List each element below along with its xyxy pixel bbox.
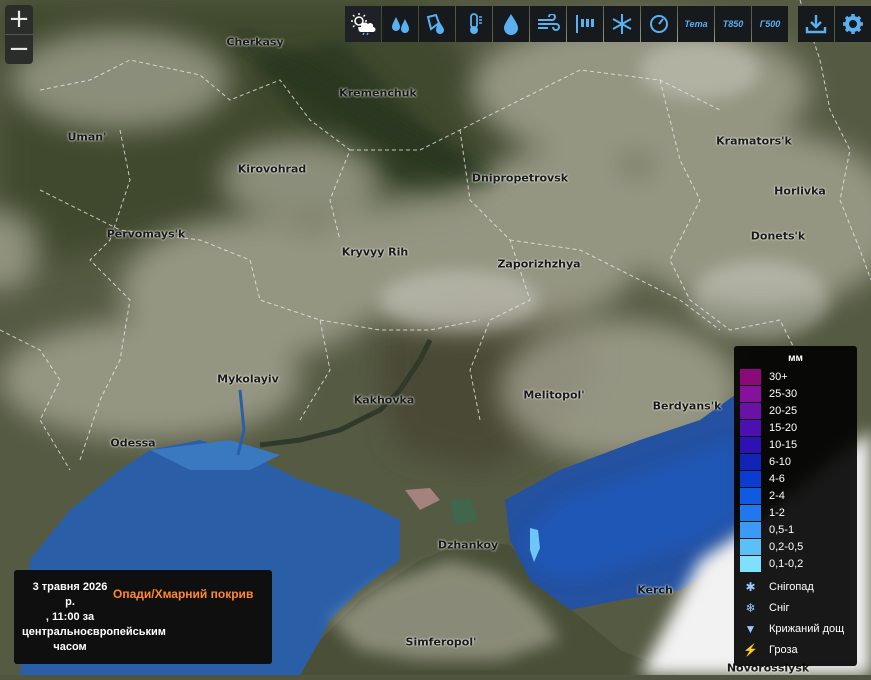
legend-item: 30+	[740, 368, 788, 385]
theta-button[interactable]: Тета	[678, 6, 714, 42]
legend-item: 6-10	[740, 453, 791, 470]
legend-label: 0,2-0,5	[769, 540, 804, 553]
city-label: Kerch	[637, 583, 673, 597]
legend-swatch	[740, 453, 761, 470]
legend-label: 30+	[769, 370, 788, 383]
city-label: Simferopol'	[405, 635, 477, 649]
city-label: Melitopol'	[523, 388, 585, 402]
city-label: Kakhovka	[353, 393, 415, 407]
legend-unit: мм	[788, 353, 803, 364]
city-label: Horlivka	[774, 184, 826, 198]
legend-label: 4-6	[769, 472, 785, 485]
legend-label: 10-15	[769, 438, 798, 451]
freezing-rain-icon: ▼	[744, 621, 757, 636]
city-label: Kremenchuk	[339, 86, 417, 100]
zoom-in-button[interactable]: +	[5, 5, 33, 34]
legend-label: 1-2	[769, 506, 785, 519]
snow-flakes-icon: ❄	[745, 600, 756, 615]
thermometer-icon[interactable]	[456, 6, 492, 42]
date-line-3: , 11:00 за	[45, 611, 95, 623]
legend-item: 0,1-0,2	[740, 555, 803, 572]
weather-icon[interactable]	[345, 6, 381, 42]
date-line-2: р.	[65, 596, 75, 608]
legend-item: 0,5-1	[740, 521, 794, 538]
snowflake-icon: ✱	[745, 579, 756, 594]
legend-item: 1-2	[740, 504, 785, 521]
city-label: Odessa	[110, 436, 156, 450]
date-line-4: центральноєвропейським	[22, 626, 166, 638]
legend-item: 15-20	[740, 419, 797, 436]
zoom-out-button[interactable]: −	[5, 34, 33, 64]
legend-item: 2-4	[740, 487, 785, 504]
legend-label: 6-10	[769, 455, 792, 468]
legend-type-label: Крижаний дощ	[769, 622, 845, 635]
legend-swatch	[740, 555, 761, 572]
legend-label: 15-20	[769, 421, 798, 434]
city-label: Kramators'k	[716, 134, 792, 148]
wind-gust-icon[interactable]	[567, 6, 603, 42]
legend-type-item: ⚡ Гроза	[740, 641, 798, 658]
city-label: Berdyans'k	[652, 399, 722, 413]
city-label: Mykolayiv	[217, 372, 279, 386]
city-label: Donets'k	[750, 229, 806, 243]
legend-swatch	[740, 436, 761, 453]
legend-swatch	[740, 402, 761, 419]
humidity-drop-icon[interactable]	[493, 6, 529, 42]
legend-item: 4-6	[740, 470, 785, 487]
city-label: Cherkasy	[226, 35, 284, 49]
city-label: Kirovohrad	[237, 162, 307, 176]
city-label: Dnipropetrovsk	[471, 171, 569, 185]
layer-toolbar: Тета T850 Г500	[345, 6, 871, 42]
date-line-1: 3 травня 2026	[32, 581, 108, 593]
legend-label: 20-25	[769, 404, 798, 417]
g500-button[interactable]: Г500	[752, 6, 788, 42]
precip-type-icon[interactable]	[419, 6, 455, 42]
city-label: Zaporizhzhya	[497, 257, 581, 271]
legend-type-label: Снігопад	[769, 580, 814, 593]
wind-icon[interactable]	[530, 6, 566, 42]
legend-label: 0,5-1	[769, 523, 795, 536]
legend-item: 0,2-0,5	[740, 538, 803, 555]
legend-label: 0,1-0,2	[769, 557, 804, 570]
legend-swatch	[740, 504, 761, 521]
legend-label: 2-4	[769, 489, 785, 502]
precip-drops-icon[interactable]	[382, 6, 418, 42]
precipitation-legend: мм 30+ 25-30 20-25 15-20 10-15 6-10 4-6 2-4 1-2 0…	[734, 346, 857, 666]
pressure-gauge-icon[interactable]	[641, 6, 677, 42]
city-label: Dzhankoy	[437, 538, 499, 552]
legend-swatch	[740, 470, 761, 487]
legend-swatch	[740, 419, 761, 436]
legend-label: 25-30	[769, 387, 798, 400]
legend-item: 10-15	[740, 436, 797, 453]
legend-swatch	[740, 368, 761, 385]
download-icon[interactable]	[798, 6, 834, 42]
gear-icon[interactable]	[835, 6, 871, 42]
forecast-datetime: 3 травня 2026 р. , 11:00 за центральноєв…	[22, 580, 166, 655]
legend-swatch	[740, 487, 761, 504]
zoom-control: + −	[5, 5, 33, 64]
snow-icon[interactable]	[604, 6, 640, 42]
legend-item: 20-25	[740, 402, 797, 419]
lightning-icon: ⚡	[743, 642, 758, 657]
legend-swatch	[740, 521, 761, 538]
city-label: Uman'	[67, 130, 107, 144]
legend-type-item: ✱ Снігопад	[740, 578, 814, 595]
city-label: Pervomays'k	[106, 227, 186, 241]
legend-type-label: Сніг	[769, 601, 790, 614]
city-label: Kryvyy Rih	[341, 245, 409, 259]
t850-button[interactable]: T850	[715, 6, 751, 42]
forecast-info-panel: 3 травня 2026 р. , 11:00 за центральноєв…	[14, 570, 272, 664]
legend-swatch	[740, 538, 761, 555]
legend-type-item: ▼ Крижаний дощ	[740, 620, 845, 637]
legend-swatch	[740, 385, 761, 402]
legend-type-label: Гроза	[769, 643, 798, 656]
layer-name: Опади/Хмарний покрив	[113, 587, 254, 601]
date-line-5: часом	[53, 641, 87, 653]
legend-type-item: ❄ Сніг	[740, 599, 789, 616]
legend-item: 25-30	[740, 385, 797, 402]
